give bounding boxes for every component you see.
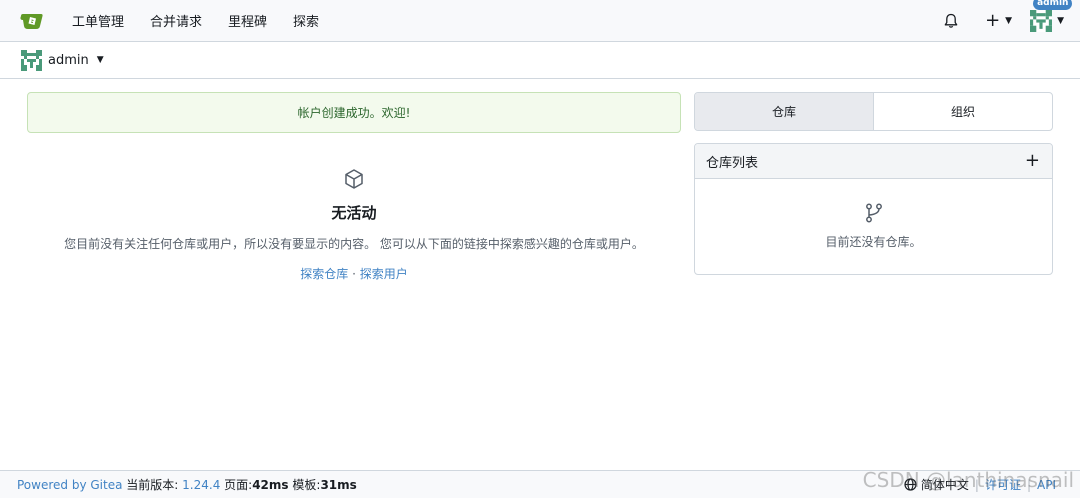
page-time: 42ms [252,478,289,492]
license-link[interactable]: 许可证 [985,476,1021,493]
footer-divider: | [974,477,979,492]
context-username: admin [48,52,89,68]
context-switcher[interactable]: admin ▼ [21,49,104,71]
version-link[interactable]: 1.24.4 [182,478,220,492]
flash-text: 帐户创建成功。欢迎! [297,106,411,120]
gitea-logo-icon[interactable] [19,8,45,34]
repo-list-header: 仓库列表 + [695,144,1052,179]
repo-list-title: 仓库列表 [706,155,759,171]
language-selector[interactable]: 简体中文 [921,476,969,493]
admin-badge: admin [1033,0,1073,10]
footer-info: Powered by Gitea 当前版本: 1.24.4 页面:42ms 模板… [17,476,357,493]
footer-links: 简体中文 | 许可证 | API [904,476,1056,493]
nav-explore[interactable]: 探索 [280,11,332,30]
create-menu-button[interactable]: + ▼ [985,12,1012,30]
explore-links: 探索仓库 · 探索用户 [27,265,681,282]
repo-list-panel: 仓库列表 + 目前还没有仓库。 [694,143,1053,275]
add-repo-button[interactable]: + [1025,152,1040,170]
flash-success-message: 帐户创建成功。欢迎! [27,92,681,133]
tab-organizations[interactable]: 组织 [874,93,1052,130]
chevron-down-icon: ▼ [1005,16,1013,26]
avatar [21,49,42,71]
repo-list-body: 目前还没有仓库。 [695,203,1052,250]
page-footer: Powered by Gitea 当前版本: 1.24.4 页面:42ms 模板… [0,470,1080,498]
version-label: 当前版本: [126,478,179,492]
tab-label: 组织 [950,105,975,119]
package-icon [345,169,363,189]
empty-description: 您目前没有关注任何仓库或用户，所以没有要显示的内容。 您可以从下面的链接中探索感… [64,237,644,251]
dashboard-context-bar: admin ▼ [0,42,1080,79]
repo-org-tabs: 仓库 组织 [694,92,1053,131]
tab-repositories[interactable]: 仓库 [695,93,874,130]
activity-feed-empty: 无活动 您目前没有关注任何仓库或用户，所以没有要显示的内容。 您可以从下面的链接… [27,165,681,282]
explore-users-link[interactable]: 探索用户 [360,267,408,281]
powered-by-link[interactable]: Powered by Gitea [17,478,122,492]
chevron-down-icon: ▼ [1057,16,1064,26]
nav-issues[interactable]: 工单管理 [59,11,137,30]
template-time: 31ms [320,478,357,492]
user-menu-button[interactable]: admin ▼ [1030,0,1073,32]
page-time-label: 页面: [224,478,253,492]
link-separator: · [348,267,360,281]
nav-pull-requests[interactable]: 合并请求 [137,11,215,30]
chevron-down-icon: ▼ [96,55,104,65]
bell-icon[interactable] [943,13,959,29]
nav-milestones[interactable]: 里程碑 [215,11,280,30]
footer-divider: | [1026,477,1032,492]
api-link[interactable]: API [1037,478,1056,492]
empty-title: 无活动 [331,204,377,222]
repo-forked-icon [865,203,882,223]
repo-empty-text: 目前还没有仓库。 [825,235,922,249]
top-navbar: 工单管理 合并请求 里程碑 探索 + ▼ admin ▼ [0,0,1080,42]
avatar [1030,10,1053,32]
plus-icon: + [985,10,1001,31]
globe-icon [904,478,917,491]
explore-repos-link[interactable]: 探索仓库 [300,267,348,281]
tab-label: 仓库 [771,105,796,119]
nav-right-group: + ▼ admin ▼ [943,0,1080,42]
template-time-label: 模板: [292,478,321,492]
